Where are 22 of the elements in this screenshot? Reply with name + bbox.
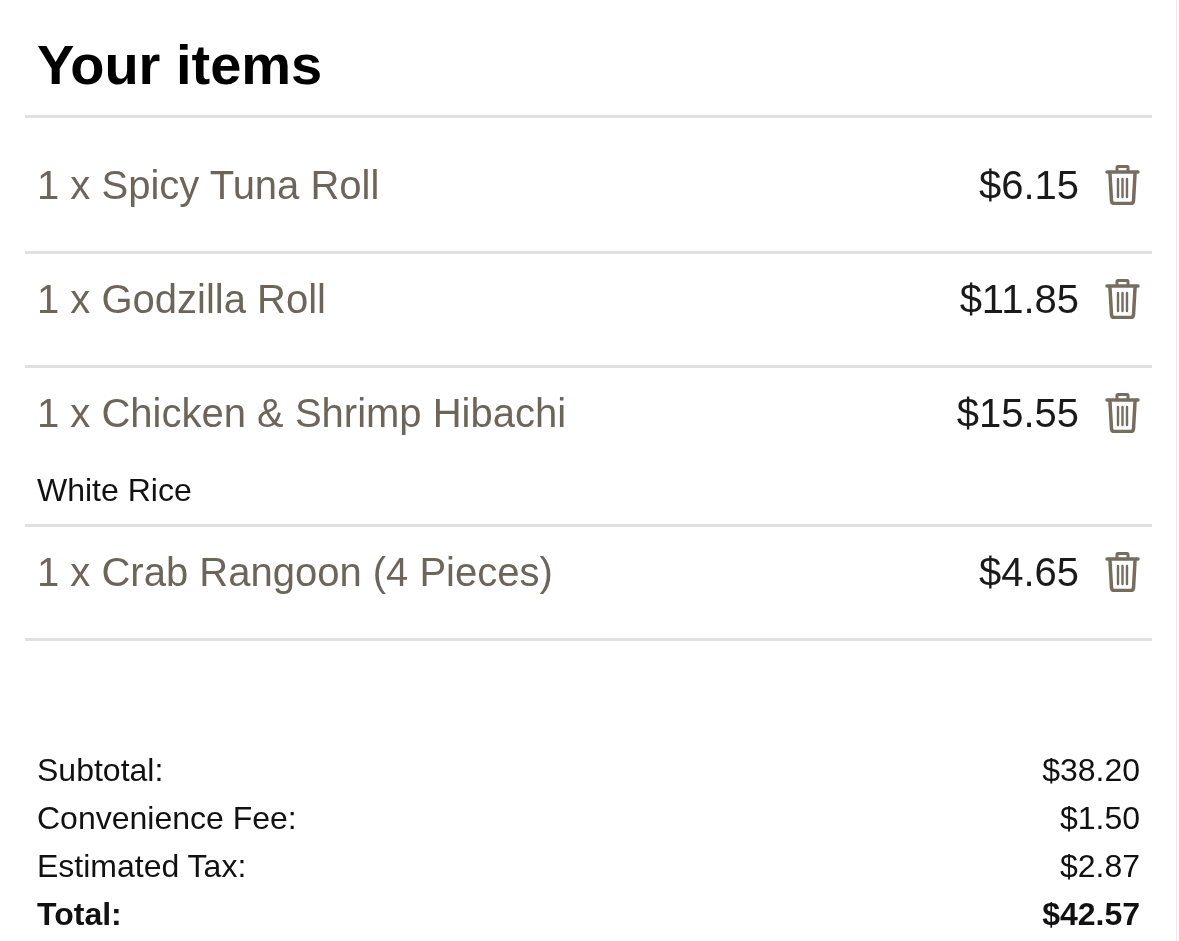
trash-icon[interactable] xyxy=(1105,165,1140,205)
item-price: $6.15 xyxy=(978,162,1079,208)
summary-value: $1.50 xyxy=(1059,800,1140,836)
item-price: $15.55 xyxy=(956,390,1079,436)
item-name: 1 x Godzilla Roll xyxy=(37,276,327,322)
trash-icon[interactable] xyxy=(1105,393,1140,433)
summary-label: Subtotal: xyxy=(37,752,164,788)
summary-label: Convenience Fee: xyxy=(37,800,297,836)
item-price: $11.85 xyxy=(959,276,1079,322)
total-value: $42.57 xyxy=(1042,896,1140,932)
summary-value: $38.20 xyxy=(1042,752,1140,788)
total-label: Total: xyxy=(37,896,122,932)
item-name: 1 x Crab Rangoon (4 Pieces) xyxy=(37,549,554,595)
summary-label: Estimated Tax: xyxy=(37,848,247,884)
item-name: 1 x Chicken & Shrimp Hibachi xyxy=(37,390,568,436)
trash-icon[interactable] xyxy=(1105,552,1140,592)
trash-icon[interactable] xyxy=(1105,279,1140,319)
item-option: White Rice xyxy=(37,470,1140,510)
item-name: 1 x Spicy Tuna Roll xyxy=(37,162,381,208)
summary-value: $2.87 xyxy=(1059,848,1140,884)
item-price: $4.65 xyxy=(978,549,1079,595)
page-title: Your items xyxy=(37,36,324,94)
